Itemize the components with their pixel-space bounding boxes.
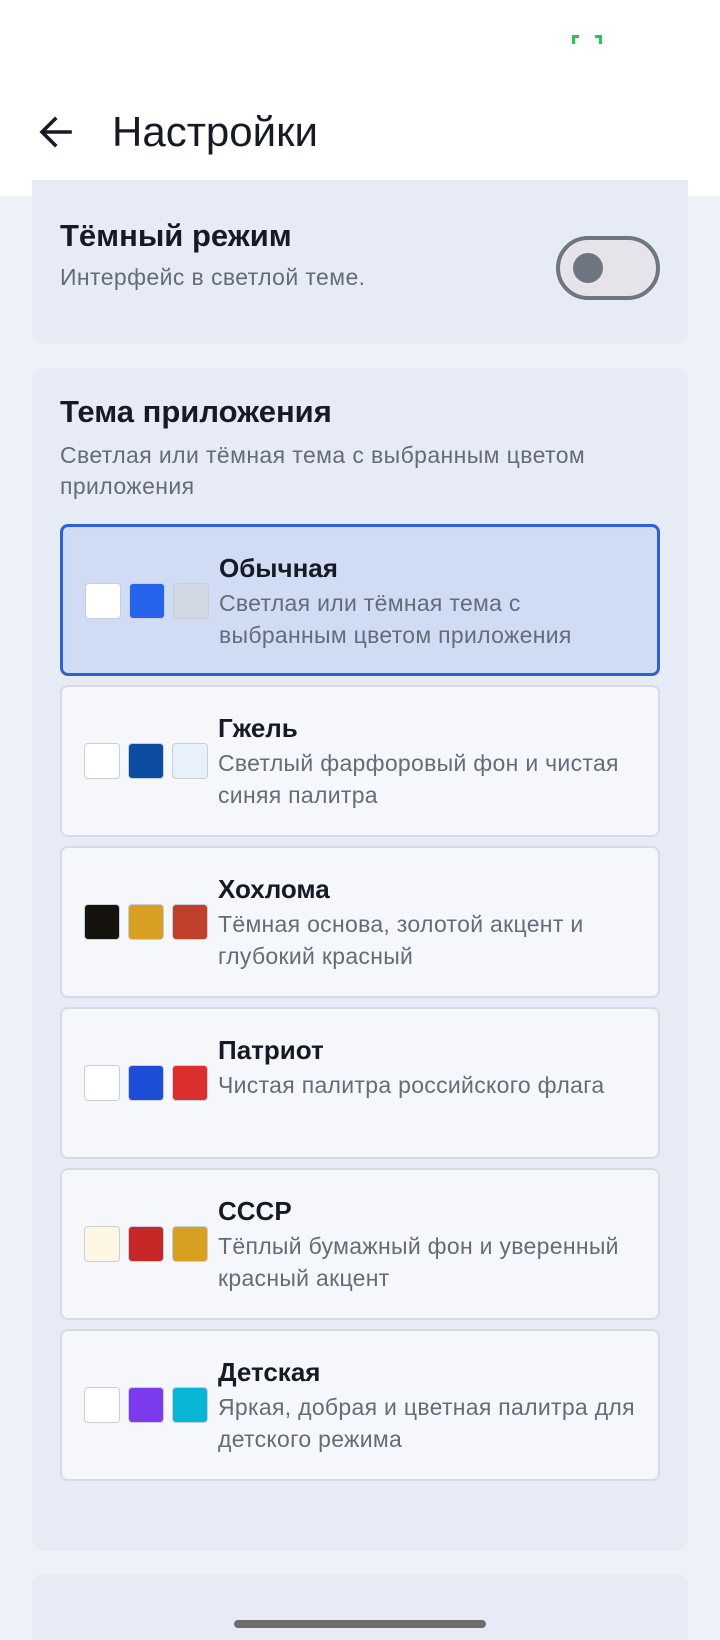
color-swatches: [84, 904, 216, 940]
color-swatch: [84, 1387, 120, 1423]
dark-mode-card: Тёмный режим Интерфейс в светлой теме.: [32, 180, 688, 344]
color-swatch: [172, 904, 208, 940]
color-swatches: [84, 1065, 216, 1101]
color-swatch: [172, 743, 208, 779]
theme-option-description: Тёплый бумажный фон и уверенный красный …: [218, 1233, 619, 1291]
theme-option-name: Хохлома: [218, 874, 330, 904]
color-swatch: [173, 583, 209, 619]
color-swatch: [128, 743, 164, 779]
screen-record-icon: [572, 35, 602, 44]
color-swatch: [128, 1065, 164, 1101]
theme-option-description: Тёмная основа, золотой акцент и глубокий…: [218, 911, 584, 969]
theme-option[interactable]: Патриот Чистая палитра российского флага: [60, 1007, 660, 1159]
color-swatches: [85, 583, 217, 619]
theme-option-name: Гжель: [218, 713, 298, 743]
color-swatch: [128, 904, 164, 940]
arrow-left-icon: [39, 116, 72, 148]
app-theme-card: Тема приложения Светлая или тёмная тема …: [32, 368, 688, 1550]
dark-mode-toggle[interactable]: [556, 236, 660, 300]
dark-mode-subtitle: Интерфейс в светлой теме.: [60, 264, 366, 290]
status-bar: [0, 0, 720, 80]
theme-option-name: Обычная: [219, 553, 338, 583]
theme-option-description: Светлый фарфоровый фон и чистая синяя па…: [218, 750, 619, 808]
color-swatch: [172, 1226, 208, 1262]
dark-mode-title: Тёмный режим: [60, 218, 292, 253]
color-swatches: [84, 1226, 216, 1262]
color-swatch: [128, 1387, 164, 1423]
theme-option-description: Светлая или тёмная тема с выбранным цвет…: [219, 590, 572, 648]
color-swatch: [84, 1065, 120, 1101]
theme-option[interactable]: Хохлома Тёмная основа, золотой акцент и г…: [60, 846, 660, 998]
color-swatch: [172, 1387, 208, 1423]
theme-option-name: Патриот: [218, 1035, 324, 1065]
app-theme-title: Тема приложения: [60, 394, 332, 429]
color-swatch: [84, 904, 120, 940]
gesture-navigation-handle[interactable]: [234, 1620, 486, 1628]
top-app-bar: Настройки: [0, 80, 720, 196]
next-settings-card: [32, 1574, 688, 1640]
color-swatch: [85, 583, 121, 619]
back-button[interactable]: [28, 104, 84, 160]
theme-option[interactable]: Обычная Светлая или тёмная тема с выбранн…: [60, 524, 660, 676]
theme-option[interactable]: СССР Тёплый бумажный фон и уверенный крас…: [60, 1168, 660, 1320]
color-swatch: [84, 1226, 120, 1262]
theme-option-description: Чистая палитра российского флага: [218, 1072, 605, 1098]
app-theme-subtitle: Светлая или тёмная тема с выбранным цвет…: [60, 442, 586, 499]
theme-option-name: Детская: [218, 1357, 321, 1387]
color-swatch: [129, 583, 165, 619]
page-title: Настройки: [112, 108, 318, 155]
color-swatch: [84, 743, 120, 779]
theme-option[interactable]: Детская Яркая, добрая и цветная палитра д…: [60, 1329, 660, 1481]
color-swatches: [84, 1387, 216, 1423]
color-swatch: [128, 1226, 164, 1262]
color-swatches: [84, 743, 216, 779]
color-swatch: [172, 1065, 208, 1101]
theme-option-description: Яркая, добрая и цветная палитра для детс…: [218, 1394, 635, 1452]
theme-option-name: СССР: [218, 1196, 292, 1226]
theme-option[interactable]: Гжель Светлый фарфоровый фон и чистая син…: [60, 685, 660, 837]
toggle-knob: [573, 253, 603, 283]
